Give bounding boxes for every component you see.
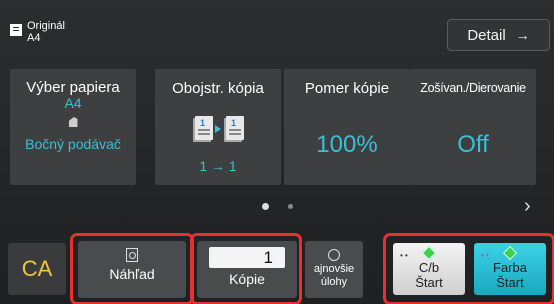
arrow-right-icon: → <box>515 27 530 43</box>
duplex-icon: 1 1 <box>191 116 245 144</box>
copy-direction-arrow <box>215 125 221 133</box>
page-line <box>229 129 241 131</box>
target-page-number: 1 <box>231 118 237 128</box>
paper-select-tile[interactable]: Výber papiera A4 Bočný podávač <box>10 69 136 185</box>
copy-ratio-title: Pomer kópie <box>304 80 390 97</box>
recent-jobs-label-line2: úlohy <box>320 276 348 288</box>
document-icon <box>10 24 22 36</box>
source-page-shape: 1 <box>195 116 213 140</box>
paper-select-title: Výber papiera <box>26 79 120 96</box>
target-page-shape: 1 <box>226 116 244 140</box>
page-line <box>198 133 210 135</box>
chevron-right-icon[interactable]: › <box>524 195 531 218</box>
copy-ratio-value: 100% <box>316 131 378 158</box>
detail-label: Detail <box>467 26 506 44</box>
duplex-copy-title: Obojstr. kópia <box>172 80 264 97</box>
highlight-frame-preview <box>70 233 194 304</box>
recent-jobs-button[interactable]: ajnovšie úlohy <box>305 241 363 298</box>
history-icon <box>328 249 340 261</box>
page-indicator-active <box>262 203 269 210</box>
source-page-number: 1 <box>200 118 206 128</box>
clear-all-button[interactable]: CA <box>8 243 66 295</box>
tray-icon <box>68 117 78 127</box>
page-line <box>198 129 210 131</box>
duplex-copy-tile[interactable]: Obojstr. kópia 1 1 1 → 1 <box>155 69 281 185</box>
copy-mode-screen: Originál A4 Detail → Výber papiera A4 Bo… <box>0 0 554 304</box>
recent-jobs-label-line1: ajnovšie <box>313 263 355 275</box>
highlight-frame-start <box>383 233 554 304</box>
original-size-indicator: Originál A4 <box>10 20 65 44</box>
copy-ratio-tile[interactable]: Pomer kópie 100% <box>284 69 410 185</box>
paper-size-value: A4 <box>64 95 82 111</box>
original-label: Originál <box>27 20 65 32</box>
paper-source-value: Bočný podávač <box>25 136 121 152</box>
staple-punch-title: Zošívan./Dierovanie <box>420 81 526 95</box>
highlight-frame-copies <box>190 233 302 304</box>
detail-button[interactable]: Detail → <box>447 19 550 51</box>
page-line <box>229 133 241 135</box>
staple-punch-value: Off <box>457 131 489 158</box>
duplex-mode-value: 1 → 1 <box>199 158 237 174</box>
staple-punch-tile[interactable]: Zošívan./Dierovanie Off <box>410 69 536 185</box>
original-value: A4 <box>27 32 41 44</box>
page-indicator-inactive[interactable] <box>288 204 293 209</box>
